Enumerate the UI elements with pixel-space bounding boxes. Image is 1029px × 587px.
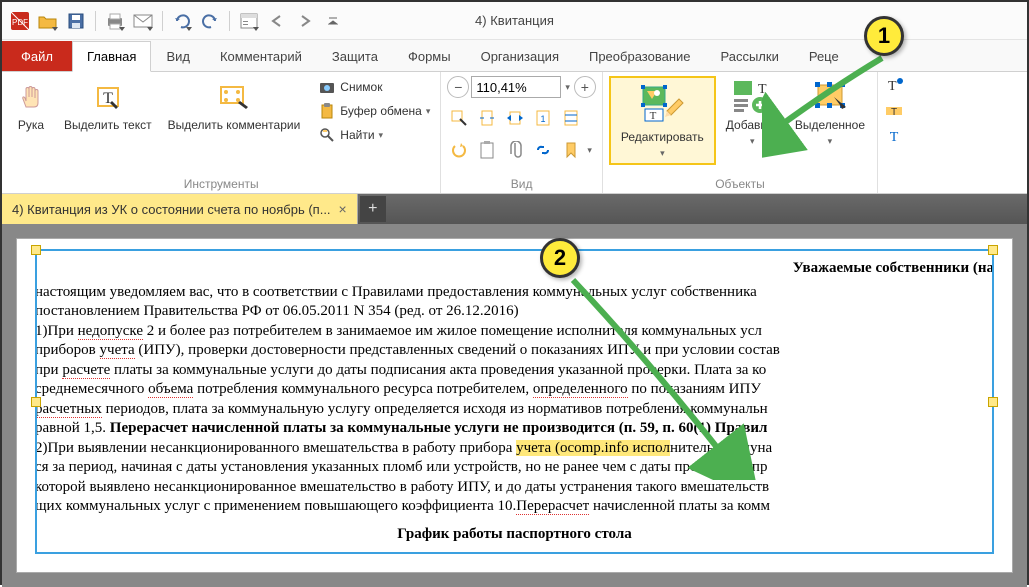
- group-view: − ▾ + 1 ▾ Вид: [441, 72, 603, 193]
- zoom-in-button[interactable]: +: [574, 76, 596, 98]
- app-logo-icon: PDF: [8, 9, 32, 33]
- tab-home[interactable]: Главная: [72, 41, 151, 72]
- select-comments-button[interactable]: Выделить комментарии: [162, 76, 307, 136]
- svg-text:PDF: PDF: [12, 18, 28, 27]
- tab-organize[interactable]: Организация: [466, 41, 574, 71]
- new-tab-button[interactable]: +: [360, 196, 386, 222]
- annotation-arrow-2: [558, 260, 758, 480]
- bookmark-icon[interactable]: [559, 138, 583, 162]
- save-icon[interactable]: [64, 9, 88, 33]
- svg-text:T: T: [650, 110, 657, 122]
- forward-icon[interactable]: [293, 9, 317, 33]
- actual-size-icon[interactable]: 1: [531, 106, 555, 130]
- document-tab[interactable]: 4) Квитанция из УК о состоянии счета по …: [2, 194, 358, 224]
- hand-tool-button[interactable]: Рука: [8, 76, 54, 136]
- fit-page-icon[interactable]: [475, 106, 499, 130]
- open-icon[interactable]: [36, 9, 60, 33]
- fit-visible-icon[interactable]: [559, 106, 583, 130]
- tab-file[interactable]: Файл: [2, 41, 72, 71]
- svg-text:1: 1: [541, 114, 546, 124]
- links-icon[interactable]: [531, 138, 555, 162]
- tab-view[interactable]: Вид: [151, 41, 205, 71]
- zoom-out-button[interactable]: −: [447, 76, 469, 98]
- select-text-button[interactable]: T Выделить текст: [58, 76, 158, 136]
- rotate-left-icon[interactable]: [447, 138, 471, 162]
- annotation-callout-2: 2: [540, 238, 580, 278]
- attachment-icon[interactable]: [503, 138, 527, 162]
- resize-handle[interactable]: [31, 397, 41, 407]
- resize-handle[interactable]: [31, 245, 41, 255]
- fit-width-icon[interactable]: [503, 106, 527, 130]
- resize-handle[interactable]: [988, 245, 998, 255]
- paste-icon[interactable]: [475, 138, 499, 162]
- page[interactable]: Уважаемые собственники (на настоящим уве…: [16, 238, 1013, 573]
- group-instruments: Рука T Выделить текст Выделить комментар…: [2, 72, 441, 193]
- annotation-callout-1: 1: [864, 16, 904, 56]
- clipboard-button[interactable]: Буфер обмена ▾: [314, 100, 434, 122]
- back-icon[interactable]: [265, 9, 289, 33]
- print-icon[interactable]: [103, 9, 127, 33]
- redo-icon[interactable]: [198, 9, 222, 33]
- find-button[interactable]: Найти ▾: [314, 124, 434, 146]
- document-area: Уважаемые собственники (на настоящим уве…: [2, 224, 1027, 587]
- qat-customize-icon[interactable]: [321, 9, 345, 33]
- tab-forms[interactable]: Формы: [393, 41, 466, 71]
- tab-convert[interactable]: Преобразование: [574, 41, 706, 71]
- zoom-input[interactable]: [471, 76, 561, 98]
- snapshot-button[interactable]: Снимок: [314, 76, 434, 98]
- zoom-region-icon[interactable]: [447, 106, 471, 130]
- undo-icon[interactable]: [170, 9, 194, 33]
- app-menu-icon[interactable]: [237, 9, 261, 33]
- tab-comment[interactable]: Комментарий: [205, 41, 317, 71]
- edit-object-button[interactable]: T Редактировать ▾: [609, 76, 716, 165]
- annotation-arrow-1: [762, 48, 902, 168]
- window-title: 4) Квитанция: [475, 13, 554, 28]
- resize-handle[interactable]: [988, 397, 998, 407]
- selection-box[interactable]: [35, 249, 994, 554]
- document-tab-bar: 4) Квитанция из УК о состоянии счета по …: [2, 194, 1027, 224]
- email-icon[interactable]: [131, 9, 155, 33]
- close-tab-icon[interactable]: ×: [339, 201, 347, 217]
- tab-protect[interactable]: Защита: [317, 41, 393, 71]
